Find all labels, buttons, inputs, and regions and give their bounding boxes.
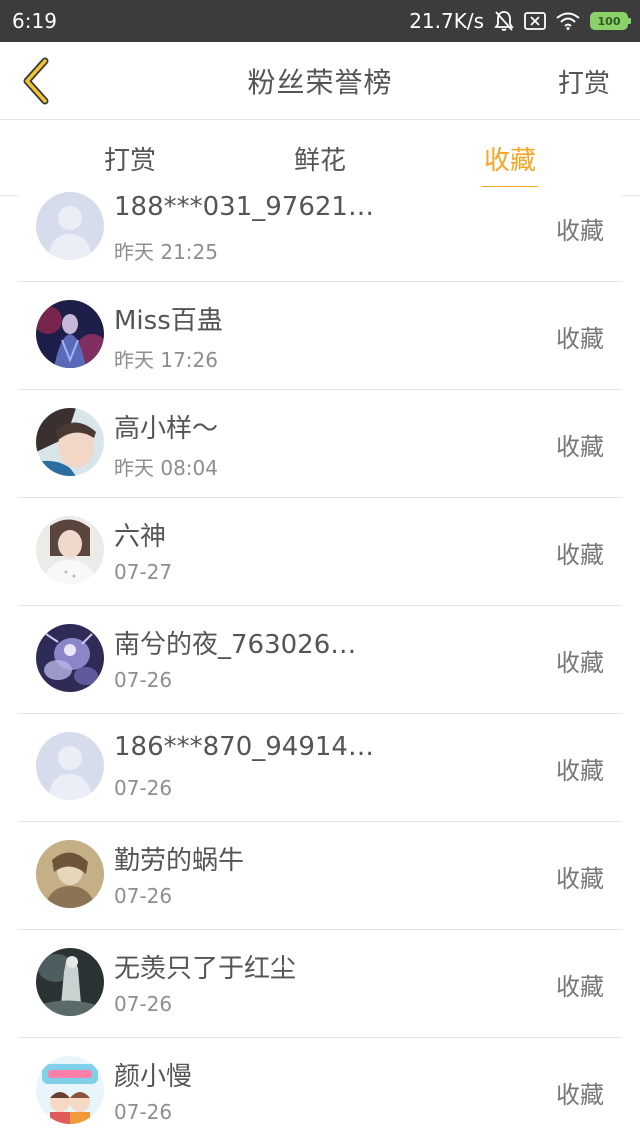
list-item[interactable]: 高小样～ 昨天 08:04 收藏 xyxy=(18,390,622,498)
chevron-left-icon xyxy=(23,57,49,105)
fan-name: 186***870_94914… xyxy=(114,732,374,762)
avatar[interactable] xyxy=(36,516,104,584)
list-item[interactable]: 南兮的夜_763026… 07-26 收藏 xyxy=(18,606,622,714)
back-button[interactable] xyxy=(12,54,60,108)
list-item[interactable]: 六神 07-27 收藏 xyxy=(18,498,622,606)
tab-bar: 打赏 鲜花 收藏 xyxy=(0,120,640,196)
fan-time: 07-26 xyxy=(114,1100,173,1124)
fan-list: 188***031_97621… 昨天 21:25 收藏 Miss百蛊 昨天 1… xyxy=(18,187,622,1138)
list-item[interactable]: 颜小慢 07-26 收藏 xyxy=(18,1038,622,1138)
list-item[interactable]: 无羡只了于红尘 07-26 收藏 xyxy=(18,930,622,1038)
fan-time: 昨天 08:04 xyxy=(114,456,218,480)
list-item[interactable]: Miss百蛊 昨天 17:26 收藏 xyxy=(18,282,622,390)
tab-flowers[interactable]: 鲜花 xyxy=(260,120,380,196)
fan-time: 07-27 xyxy=(114,560,173,584)
list-item[interactable]: 186***870_94914… 07-26 收藏 xyxy=(18,714,622,822)
tab-label: 收藏 xyxy=(483,145,536,176)
wifi-icon xyxy=(556,12,580,30)
fan-name: 颜小慢 xyxy=(114,1062,193,1092)
status-icons: 21.7K/s 100 xyxy=(409,9,631,33)
fan-name: 无羡只了于红尘 xyxy=(114,954,297,984)
avatar[interactable] xyxy=(36,948,104,1016)
favorite-label: 收藏 xyxy=(556,540,604,569)
app-header: 粉丝荣誉榜 打赏 xyxy=(0,42,640,120)
favorite-label: 收藏 xyxy=(556,1080,604,1109)
fan-time: 昨天 17:26 xyxy=(114,348,218,372)
battery-icon: 100 xyxy=(590,12,631,30)
fan-time: 07-26 xyxy=(114,992,173,1016)
fan-name: 188***031_97621… xyxy=(114,192,374,222)
tab-label: 鲜花 xyxy=(293,145,346,176)
reward-button[interactable]: 打赏 xyxy=(558,42,610,120)
bell-off-icon xyxy=(494,10,514,32)
list-item[interactable]: 勤劳的蜗牛 07-26 收藏 xyxy=(18,822,622,930)
favorite-label: 收藏 xyxy=(556,324,604,353)
status-bar: 6:19 21.7K/s 100 xyxy=(0,0,640,42)
battery-level: 100 xyxy=(597,14,621,28)
favorite-label: 收藏 xyxy=(556,216,604,245)
avatar[interactable] xyxy=(36,840,104,908)
favorite-label: 收藏 xyxy=(556,432,604,461)
tab-reward[interactable]: 打赏 xyxy=(70,120,190,196)
tab-label: 打赏 xyxy=(103,145,156,176)
tab-favorites[interactable]: 收藏 xyxy=(450,120,570,196)
avatar[interactable] xyxy=(36,408,104,476)
fan-time: 昨天 21:25 xyxy=(114,240,218,264)
avatar[interactable] xyxy=(36,732,104,800)
status-time: 6:19 xyxy=(12,9,57,33)
list-item[interactable]: 188***031_97621… 昨天 21:25 收藏 xyxy=(18,187,622,282)
fan-name: 六神 xyxy=(114,522,167,552)
network-speed: 21.7K/s xyxy=(409,9,484,33)
avatar[interactable] xyxy=(36,192,104,260)
avatar[interactable] xyxy=(36,300,104,368)
avatar[interactable] xyxy=(36,624,104,692)
fan-name: 高小样～ xyxy=(114,414,219,444)
fan-name: Miss百蛊 xyxy=(114,306,223,336)
favorite-label: 收藏 xyxy=(556,864,604,893)
page-title: 粉丝荣誉榜 xyxy=(247,65,393,99)
fan-time: 07-26 xyxy=(114,776,173,800)
fan-time: 07-26 xyxy=(114,668,173,692)
sim-off-icon xyxy=(524,12,546,30)
favorite-label: 收藏 xyxy=(556,648,604,677)
avatar[interactable] xyxy=(36,1056,104,1124)
fan-name: 南兮的夜_763026… xyxy=(114,630,357,660)
fan-time: 07-26 xyxy=(114,884,173,908)
favorite-label: 收藏 xyxy=(556,972,604,1001)
favorite-label: 收藏 xyxy=(556,756,604,785)
fan-name: 勤劳的蜗牛 xyxy=(114,846,245,876)
